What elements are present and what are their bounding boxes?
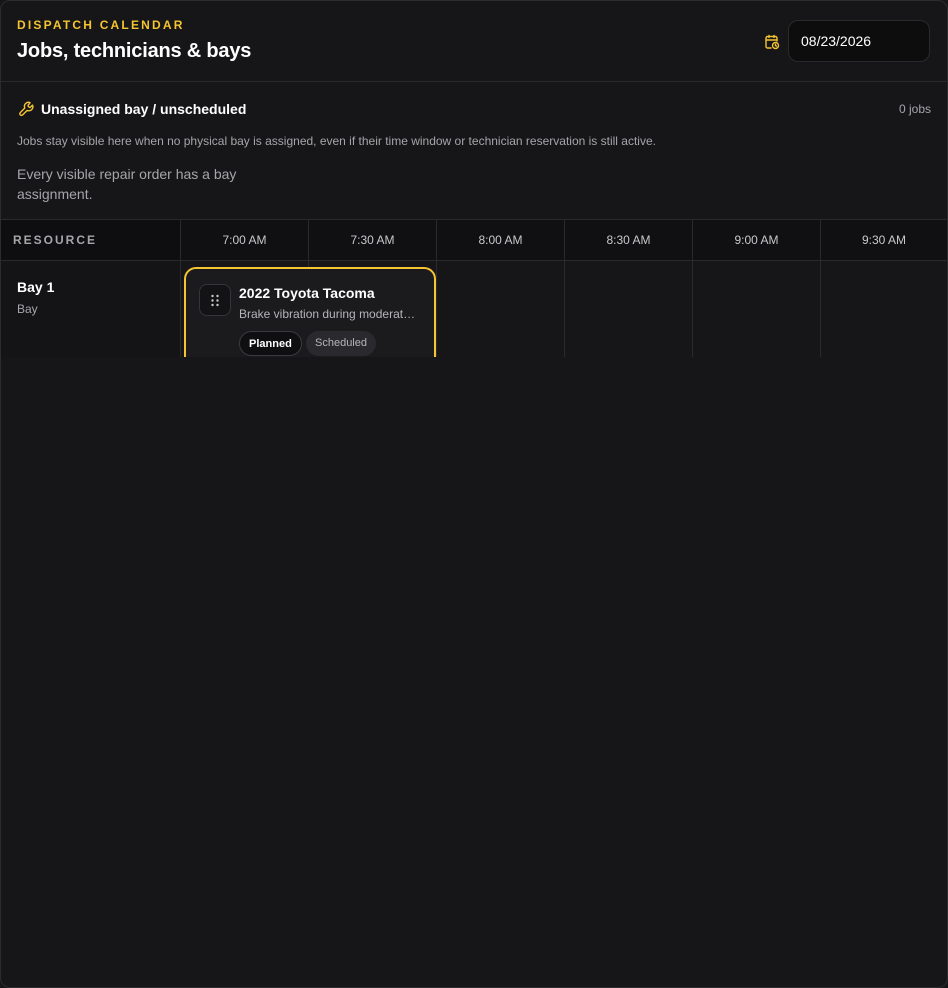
time-slot-cell[interactable]: [821, 261, 947, 357]
time-slot-header: 9:30 AM: [861, 233, 907, 247]
job-description: Brake vibration during moderate braking: [239, 307, 421, 321]
resource-row-bay-1: Bay 1 Bay 2022 Toyota Tacoma Brake vibra: [1, 261, 947, 357]
time-slot-header: 7:00 AM: [181, 220, 309, 260]
unassigned-title: Unassigned bay / unscheduled: [41, 101, 247, 117]
calendar-header: DISPATCH CALENDAR Jobs, technicians & ba…: [1, 1, 947, 82]
time-slot-header: 8:00 AM: [437, 220, 565, 260]
job-card[interactable]: 2022 Toyota Tacoma Brake vibration durin…: [184, 267, 436, 357]
section-eyebrow: DISPATCH CALENDAR: [17, 18, 185, 32]
time-slot-header: 9:00 AM: [693, 220, 821, 260]
resource-label: Bay 1 Bay: [1, 261, 181, 357]
time-slot-header: 8:30 AM: [565, 220, 693, 260]
job-title: 2022 Toyota Tacoma: [239, 285, 375, 301]
time-slot-cell[interactable]: [437, 261, 565, 357]
page-title: Jobs, technicians & bays: [17, 40, 252, 62]
date-input[interactable]: [788, 20, 930, 62]
wrench-icon: [18, 101, 34, 117]
job-schedule-badge: Scheduled: [306, 331, 376, 356]
grip-dots-icon: [211, 294, 219, 307]
schedule-grid: RESOURCE 7:00 AM 7:30 AM 8:00 AM 8:30 AM…: [1, 220, 947, 358]
unassigned-empty-message: Every visible repair order has a bay ass…: [17, 166, 237, 202]
resource-type: Bay: [17, 302, 38, 316]
unassigned-count: 0 jobs: [898, 102, 931, 116]
drag-handle[interactable]: [199, 284, 231, 316]
time-slot-cell[interactable]: [565, 261, 693, 357]
job-status-badge: Planned: [239, 331, 302, 356]
unassigned-description: Jobs stay visible here when no physical …: [17, 134, 656, 148]
resource-name: Bay 1: [17, 279, 55, 295]
time-slot-cell[interactable]: [693, 261, 821, 357]
time-slot-header: 7:30 AM: [309, 220, 437, 260]
calendar-clock-icon[interactable]: [764, 34, 780, 50]
dispatch-calendar-panel: DISPATCH CALENDAR Jobs, technicians & ba…: [0, 0, 948, 988]
grid-header: RESOURCE 7:00 AM 7:30 AM 8:00 AM 8:30 AM…: [1, 220, 947, 261]
resource-column-header: RESOURCE: [1, 220, 181, 260]
unassigned-section: Unassigned bay / unscheduled 0 jobs Jobs…: [1, 82, 947, 220]
